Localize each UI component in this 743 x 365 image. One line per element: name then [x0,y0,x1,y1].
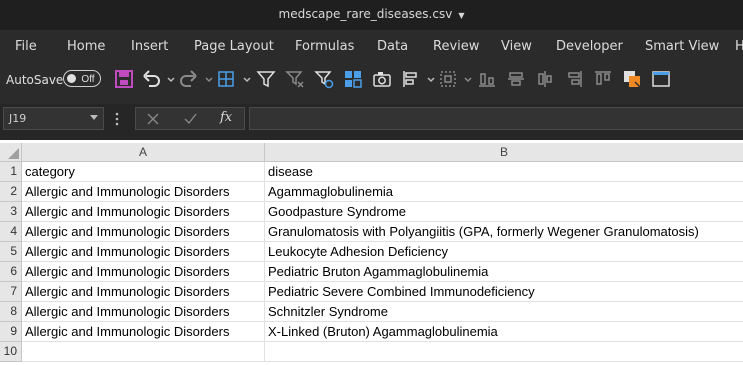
redo-dropdown-icon[interactable] [198,68,213,90]
borders-dropdown-icon[interactable] [236,68,251,90]
row-header[interactable]: 1 [0,162,22,182]
row-header[interactable]: 7 [0,282,22,302]
column-header-a[interactable]: A [22,143,265,162]
name-box[interactable]: J19 [3,107,104,130]
tab-review[interactable]: Review [433,39,479,54]
formula-input[interactable] [249,107,743,130]
tab-more[interactable]: H [735,39,743,54]
worksheet-grid[interactable]: A B 1 category disease 2 Allergic and Im… [0,143,743,365]
tab-smart-view[interactable]: Smart View [645,39,719,54]
ribbon-tabs: File Home Insert Page Layout Formulas Da… [0,30,743,64]
select-all-icon [8,148,19,159]
undo-dropdown-icon[interactable] [160,68,175,90]
select-objects-icon[interactable] [437,68,459,90]
cell-a10[interactable] [22,342,265,362]
autosave-toggle-label: Off [81,74,94,85]
align-middle-icon[interactable] [505,68,527,90]
select-dropdown-icon[interactable] [457,68,472,90]
cell-b9[interactable]: X-Linked (Bruton) Agammaglobulinemia [265,322,743,342]
row-header[interactable]: 4 [0,222,22,242]
cell-a6[interactable]: Allergic and Immunologic Disorders [22,262,265,282]
filter-icon[interactable] [255,68,277,90]
cell-b8[interactable]: Schnitzler Syndrome [265,302,743,322]
chevron-down-icon[interactable]: ▼ [458,11,464,20]
row-header[interactable]: 5 [0,242,22,262]
tab-file[interactable]: File [15,39,37,54]
camera-icon[interactable] [371,68,393,90]
cell-a7[interactable]: Allergic and Immunologic Disorders [22,282,265,302]
pivot-table-icon[interactable] [342,68,364,90]
table-row: 8 Allergic and Immunologic Disorders Sch… [0,302,743,322]
cell-b2[interactable]: Agammaglobulinemia [265,182,743,202]
align-top-icon[interactable] [592,68,614,90]
select-all-button[interactable] [0,143,22,162]
table-row: 7 Allergic and Immunologic Disorders Ped… [0,282,743,302]
cell-b7[interactable]: Pediatric Severe Combined Immunodeficien… [265,282,743,302]
align-objects-icon[interactable] [400,68,422,90]
enter-icon[interactable] [184,113,197,125]
cell-b6[interactable]: Pediatric Bruton Agammaglobulinemia [265,262,743,282]
table-row: 4 Allergic and Immunologic Disorders Gra… [0,222,743,242]
align-right-icon[interactable] [563,68,585,90]
tab-insert[interactable]: Insert [131,39,168,54]
window-title-wrap[interactable]: medscape_rare_diseases.csv ▼ [0,7,743,21]
cell-a3[interactable]: Allergic and Immunologic Disorders [22,202,265,222]
cell-a2[interactable]: Allergic and Immunologic Disorders [22,182,265,202]
tab-formulas[interactable]: Formulas [295,39,354,54]
cell-a1[interactable]: category [22,162,265,182]
row-header[interactable]: 10 [0,342,22,362]
align-bottom-icon[interactable] [476,68,498,90]
cell-a9[interactable]: Allergic and Immunologic Disorders [22,322,265,342]
more-options-icon[interactable] [114,111,120,127]
window-icon[interactable] [650,68,672,90]
borders-icon[interactable] [215,68,237,90]
align-center-icon[interactable] [534,68,556,90]
table-row: 2 Allergic and Immunologic Disorders Aga… [0,182,743,202]
cell-b4[interactable]: Granulomatosis with Polyangiitis (GPA, f… [265,222,743,242]
tab-data[interactable]: Data [377,39,408,54]
formula-buttons: fx [135,107,245,130]
cell-a4[interactable]: Allergic and Immunologic Disorders [22,222,265,242]
row-header[interactable]: 6 [0,262,22,282]
table-row: 1 category disease [0,162,743,182]
table-row: 3 Allergic and Immunologic Disorders Goo… [0,202,743,222]
title-bar: medscape_rare_diseases.csv ▼ [0,0,743,30]
table-row: 10 [0,342,743,362]
row-header[interactable]: 8 [0,302,22,322]
cell-a8[interactable]: Allergic and Immunologic Disorders [22,302,265,322]
row-header[interactable]: 2 [0,182,22,202]
cell-b10[interactable] [265,342,743,362]
column-header-b[interactable]: B [265,143,743,162]
reapply-filter-icon[interactable] [313,68,335,90]
save-icon[interactable] [113,68,135,90]
window-title[interactable]: medscape_rare_diseases.csv [279,7,453,21]
cancel-icon[interactable] [147,113,159,125]
name-box-value: J19 [9,112,27,125]
tab-home[interactable]: Home [67,39,105,54]
bring-forward-icon[interactable] [621,68,643,90]
cell-b3[interactable]: Goodpasture Syndrome [265,202,743,222]
clear-filter-icon[interactable] [284,68,306,90]
tab-view[interactable]: View [501,39,532,54]
cell-a5[interactable]: Allergic and Immunologic Disorders [22,242,265,262]
tab-developer[interactable]: Developer [556,39,623,54]
row-header[interactable]: 9 [0,322,22,342]
autosave-toggle[interactable]: Off [63,70,101,87]
insert-function-button[interactable]: fx [220,110,232,125]
table-row: 9 Allergic and Immunologic Disorders X-L… [0,322,743,342]
tab-page-layout[interactable]: Page Layout [194,39,274,54]
chevron-down-icon[interactable] [90,115,98,120]
row-header[interactable]: 3 [0,202,22,222]
undo-icon[interactable] [140,68,162,90]
table-row: 6 Allergic and Immunologic Disorders Ped… [0,262,743,282]
cell-b1[interactable]: disease [265,162,743,182]
redo-icon[interactable] [178,68,200,90]
autosave-label: AutoSave [6,73,64,87]
table-row: 5 Allergic and Immunologic Disorders Leu… [0,242,743,262]
cell-b5[interactable]: Leukocyte Adhesion Deficiency [265,242,743,262]
align-dropdown-icon[interactable] [420,68,435,90]
